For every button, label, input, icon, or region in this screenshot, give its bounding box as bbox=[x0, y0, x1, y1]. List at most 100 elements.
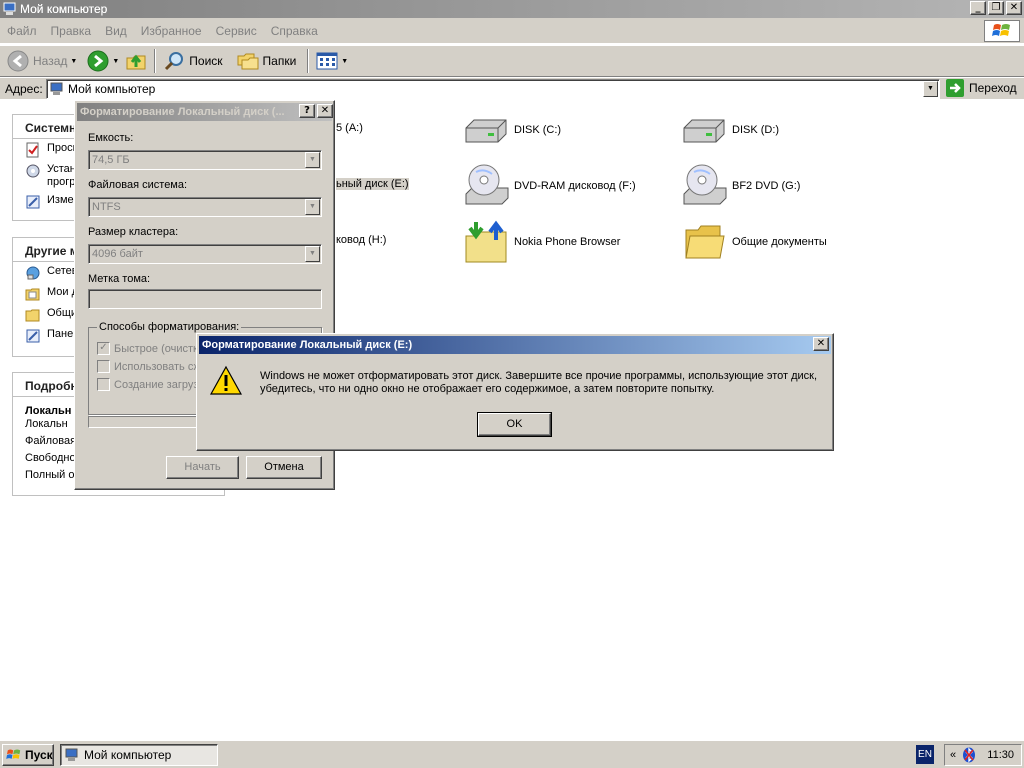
filesystem-select[interactable]: NTFS ▼ bbox=[88, 197, 322, 217]
drive-label: DISK (C:) bbox=[514, 124, 562, 136]
taskbar: Пуск Мой компьютер EN « 11:30 bbox=[0, 740, 1024, 768]
restore-button[interactable]: ❐ bbox=[988, 1, 1004, 15]
menu-tools[interactable]: Сервис bbox=[209, 24, 264, 38]
dvd-drive-icon bbox=[465, 164, 509, 205]
cluster-size-label: Размер кластера: bbox=[88, 226, 179, 238]
windows-logo-icon bbox=[6, 749, 21, 759]
clock: 11:30 bbox=[987, 749, 1014, 761]
network-icon bbox=[26, 266, 40, 280]
up-folder-icon bbox=[126, 54, 146, 70]
go-button[interactable]: Переход bbox=[946, 79, 1017, 97]
drive-label: Nokia Phone Browser bbox=[514, 236, 621, 248]
drive-item-selected[interactable]: ьный диск (E:) bbox=[336, 178, 409, 190]
windows-logo-icon bbox=[984, 20, 1020, 42]
address-value: Мой компьютер bbox=[68, 82, 156, 96]
capacity-select[interactable]: 74,5 ГБ ▼ bbox=[88, 150, 322, 170]
compression-checkbox[interactable]: Использовать сж bbox=[97, 360, 201, 373]
dropdown-arrow-icon[interactable]: ▼ bbox=[305, 199, 320, 215]
capacity-label: Емкость: bbox=[88, 132, 134, 144]
hard-disk-icon bbox=[683, 119, 725, 143]
nokia-phone-browser-icon bbox=[465, 220, 507, 263]
search-button[interactable]: Поиск bbox=[160, 48, 225, 74]
go-arrow-icon bbox=[946, 79, 964, 97]
filesystem-label: Файловая система: bbox=[88, 179, 188, 191]
folders-icon bbox=[237, 53, 259, 70]
my-documents-icon bbox=[25, 288, 40, 301]
cluster-size-select[interactable]: 4096 байт ▼ bbox=[88, 244, 322, 264]
toolbar: Назад ▼ ▼ Поиск Папки ▼ bbox=[0, 45, 1024, 77]
back-button[interactable]: Назад ▼ bbox=[4, 48, 80, 74]
drive-label: 5 (A:) bbox=[336, 122, 363, 134]
forward-button[interactable]: ▼ bbox=[84, 48, 122, 74]
ok-button[interactable]: OK bbox=[477, 412, 552, 437]
control-panel-icon bbox=[26, 195, 40, 209]
drive-label: Общие документы bbox=[732, 236, 827, 248]
drive-item[interactable]: ковод (H:) bbox=[336, 234, 386, 246]
checkbox-icon bbox=[97, 378, 110, 391]
format-dialog-title[interactable]: Форматирование Локальный диск (... bbox=[77, 103, 332, 121]
hard-disk-icon bbox=[465, 119, 507, 143]
warning-icon bbox=[210, 365, 242, 395]
folder-icon bbox=[25, 309, 40, 322]
tray-expand-icon[interactable]: « bbox=[950, 749, 956, 761]
dropdown-arrow-icon[interactable]: ▼ bbox=[305, 246, 320, 262]
window-title-bar[interactable]: Мой компьютер _ ❐ ✕ bbox=[0, 0, 1024, 18]
start-button[interactable]: Пуск bbox=[2, 744, 54, 766]
views-dropdown-icon[interactable]: ▼ bbox=[341, 58, 348, 65]
drive-label: ковод (H:) bbox=[336, 234, 387, 246]
drive-item[interactable]: 5 (A:) bbox=[336, 122, 363, 134]
menu-edit[interactable]: Правка bbox=[44, 24, 99, 38]
close-button[interactable]: ✕ bbox=[1006, 1, 1022, 15]
up-folder-button[interactable] bbox=[122, 48, 150, 74]
language-indicator[interactable]: EN bbox=[916, 745, 934, 764]
quick-format-checkbox[interactable]: ✓ Быстрое (очистк bbox=[97, 342, 198, 355]
drive-item[interactable]: DISK (C:) bbox=[462, 106, 561, 154]
views-button[interactable]: ▼ bbox=[313, 48, 351, 74]
search-icon bbox=[165, 52, 184, 71]
volume-label-label: Метка тома: bbox=[88, 273, 151, 285]
format-close-button[interactable]: ✕ bbox=[317, 104, 333, 118]
boot-disk-checkbox[interactable]: Создание загруз bbox=[97, 378, 198, 391]
volume-label-input[interactable] bbox=[88, 289, 322, 309]
toolbar-separator bbox=[154, 49, 157, 73]
drive-item[interactable]: DISK (D:) bbox=[680, 106, 779, 154]
system-tray: « 11:30 bbox=[944, 744, 1022, 766]
menu-file[interactable]: Файл bbox=[0, 24, 44, 38]
error-dialog: Форматирование Локальный диск (E:) ✕ Win… bbox=[196, 333, 834, 451]
toolbar-separator bbox=[307, 49, 310, 73]
menu-view[interactable]: Вид bbox=[98, 24, 134, 38]
error-close-button[interactable]: ✕ bbox=[813, 337, 829, 351]
my-computer-icon bbox=[50, 82, 63, 95]
address-label: Адрес: bbox=[5, 81, 43, 96]
drive-item[interactable]: DVD-RAM дисковод (F:) bbox=[462, 162, 636, 210]
menu-favorites[interactable]: Избранное bbox=[134, 24, 209, 38]
forward-dropdown-icon[interactable]: ▼ bbox=[112, 58, 119, 65]
drive-item[interactable]: Общие документы bbox=[680, 218, 827, 266]
menu-help[interactable]: Справка bbox=[264, 24, 325, 38]
forward-arrow-icon bbox=[87, 50, 109, 72]
drive-label: BF2 DVD (G:) bbox=[732, 180, 801, 192]
drive-label: DISK (D:) bbox=[732, 124, 780, 136]
taskbar-my-computer[interactable]: Мой компьютер bbox=[60, 744, 218, 766]
drive-item[interactable]: Nokia Phone Browser bbox=[462, 218, 620, 266]
my-computer-icon bbox=[3, 2, 16, 15]
back-arrow-icon bbox=[7, 50, 29, 72]
bluetooth-icon[interactable] bbox=[962, 747, 976, 763]
start-format-button[interactable]: Начать bbox=[166, 456, 239, 479]
address-input[interactable]: Мой компьютер ▼ bbox=[46, 79, 940, 99]
back-dropdown-icon[interactable]: ▼ bbox=[70, 58, 77, 65]
control-panel-icon bbox=[26, 329, 40, 343]
add-remove-programs-icon bbox=[26, 164, 40, 178]
minimize-button[interactable]: _ bbox=[970, 1, 986, 15]
checkbox-checked-icon: ✓ bbox=[97, 342, 110, 355]
views-icon bbox=[316, 52, 338, 70]
drive-item[interactable]: BF2 DVD (G:) bbox=[680, 162, 800, 210]
dropdown-arrow-icon[interactable]: ▼ bbox=[305, 152, 320, 168]
system-info-icon bbox=[26, 142, 39, 158]
error-dialog-title[interactable]: Форматирование Локальный диск (E:) bbox=[199, 336, 831, 354]
drive-label: ьный диск (E:) bbox=[336, 178, 409, 190]
address-dropdown-icon[interactable]: ▼ bbox=[923, 81, 938, 97]
help-button[interactable]: ? bbox=[299, 104, 315, 118]
folders-button[interactable]: Папки bbox=[234, 48, 300, 74]
cancel-button[interactable]: Отмена bbox=[246, 456, 322, 479]
